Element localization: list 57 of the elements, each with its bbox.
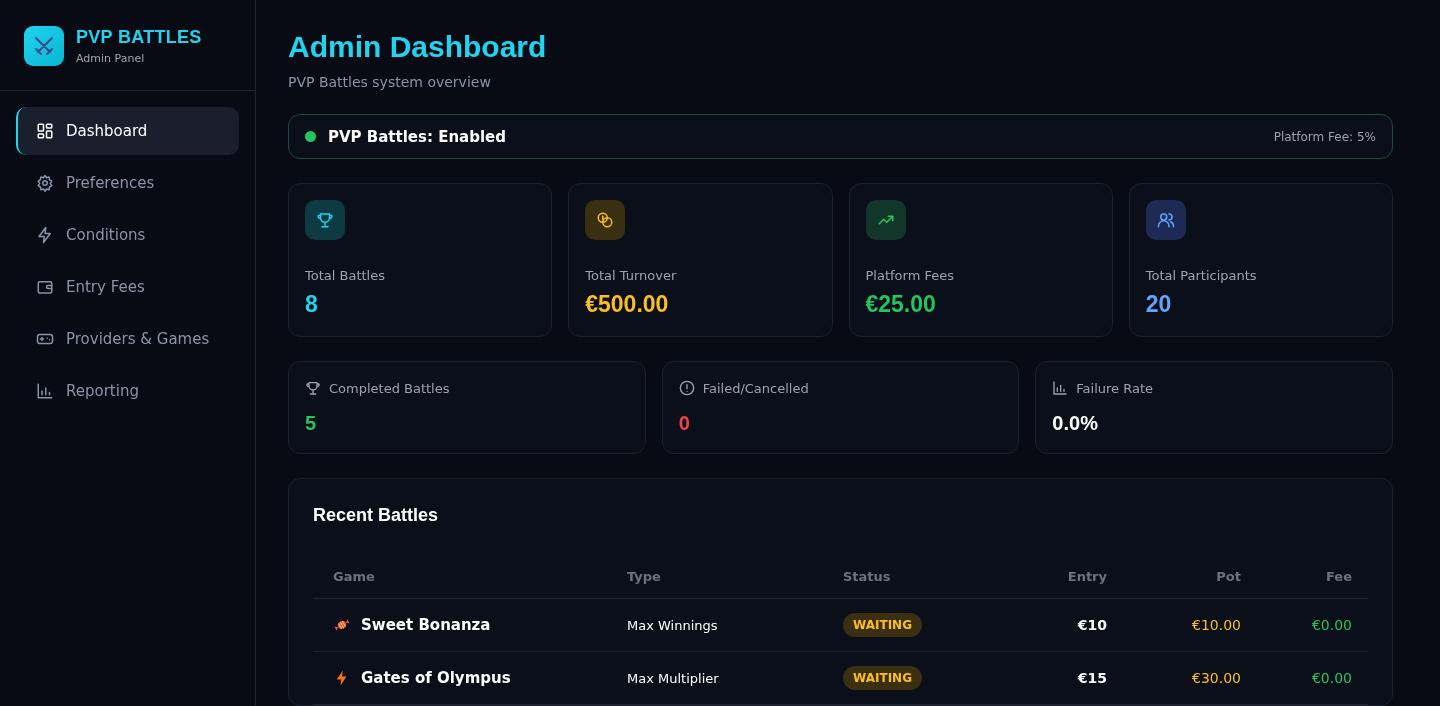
brand-title: PVP BATTLES bbox=[76, 27, 202, 48]
sidebar-item[interactable]: Providers & Games bbox=[16, 315, 239, 363]
brand-subtitle: Admin Panel bbox=[76, 52, 146, 65]
stat-label: Total Turnover bbox=[585, 268, 678, 283]
sidebar-item[interactable]: Conditions bbox=[16, 211, 239, 259]
bar-chart-icon bbox=[1052, 380, 1069, 396]
table-cell-text: €15 bbox=[1076, 670, 1107, 686]
sidebar-item[interactable]: Dashboard bbox=[16, 107, 239, 155]
bar-chart-icon bbox=[36, 382, 54, 400]
stat-value: 5 bbox=[305, 412, 318, 435]
stat-value: €25.00 bbox=[865, 291, 937, 318]
game-name: Gates of Olympus bbox=[361, 669, 511, 687]
grid-icon bbox=[36, 122, 54, 140]
section-title: Recent Battles bbox=[313, 505, 440, 526]
stat-value: 20 bbox=[1145, 291, 1173, 318]
column-header: Game bbox=[333, 568, 376, 584]
users-icon bbox=[1156, 211, 1175, 229]
column-header: Entry bbox=[1066, 568, 1107, 584]
status-label: PVP Battles: Enabled bbox=[328, 127, 506, 146]
settings-icon bbox=[36, 174, 54, 192]
stat-label: Failed/Cancelled bbox=[702, 380, 809, 396]
table-cell-text: €30.00 bbox=[1191, 670, 1241, 686]
stat-label: Total Participants bbox=[1145, 268, 1258, 283]
status-badge: WAITING bbox=[843, 666, 922, 690]
platform-fee: Platform Fee: 5% bbox=[1273, 129, 1376, 144]
status-badge: WAITING bbox=[843, 613, 922, 637]
column-header: Type bbox=[627, 568, 662, 584]
stat-label: Completed Battles bbox=[329, 380, 450, 396]
wallet-icon bbox=[36, 278, 54, 296]
stat-label: Total Battles bbox=[305, 268, 386, 283]
sidebar-item[interactable]: Reporting bbox=[16, 367, 239, 415]
stat-label: Failure Rate bbox=[1076, 380, 1154, 396]
stat-value: 0.0% bbox=[1052, 412, 1099, 435]
logo-icon bbox=[24, 26, 64, 66]
sidebar-item[interactable]: Entry Fees bbox=[16, 263, 239, 311]
coins-icon bbox=[596, 211, 615, 229]
lightning-icon bbox=[36, 226, 54, 244]
table-cell-text: Max Multiplier bbox=[627, 670, 720, 686]
page-subtitle: PVP Battles system overview bbox=[288, 74, 492, 90]
table-cell-text: €0.00 bbox=[1310, 670, 1352, 686]
alert-icon bbox=[678, 380, 695, 396]
column-header: Fee bbox=[1325, 568, 1352, 584]
stat-label: Platform Fees bbox=[865, 268, 955, 283]
stat-value: 8 bbox=[305, 291, 319, 318]
table-cell-text: Max Winnings bbox=[627, 617, 719, 633]
page-title: Admin Dashboard bbox=[288, 30, 548, 64]
column-header: Pot bbox=[1215, 568, 1241, 584]
stat-value: 0 bbox=[678, 412, 691, 435]
trophy-icon bbox=[316, 211, 334, 229]
table-cell-text: €10 bbox=[1076, 617, 1107, 633]
table-cell-text: €0.00 bbox=[1310, 617, 1352, 633]
stat-value: €500.00 bbox=[585, 291, 670, 318]
table-cell-text: €10.00 bbox=[1191, 617, 1241, 633]
sidebar-item[interactable]: Preferences bbox=[16, 159, 239, 207]
game-name: Sweet Bonanza bbox=[361, 616, 491, 634]
column-header: Status bbox=[843, 568, 892, 584]
trophy-icon bbox=[305, 380, 321, 396]
